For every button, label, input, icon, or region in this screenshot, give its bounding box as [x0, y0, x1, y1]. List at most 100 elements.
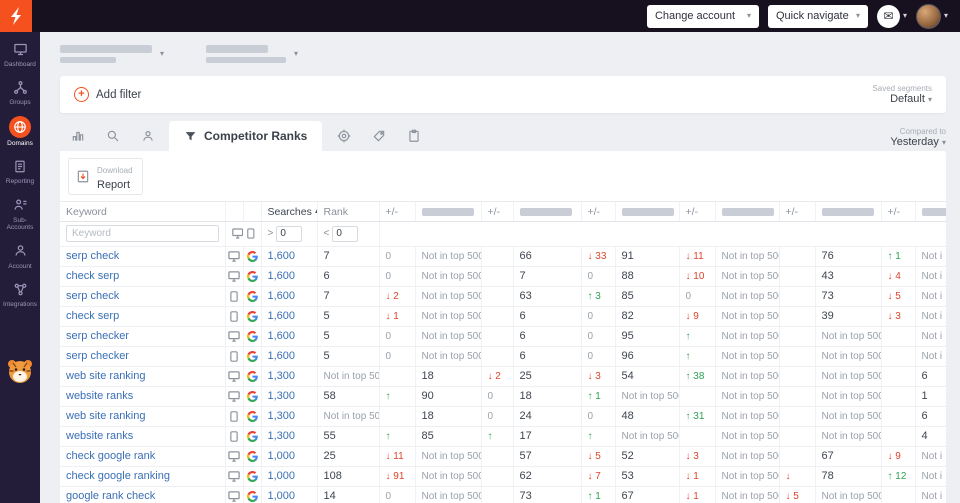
- header-competitor-6[interactable]: [915, 202, 946, 221]
- download-report-button[interactable]: Download Report: [68, 158, 143, 195]
- change-value: [881, 406, 915, 426]
- header-change[interactable]: +/-: [679, 202, 715, 221]
- google-icon: [243, 446, 261, 466]
- sidebar-item-groups[interactable]: Groups: [0, 73, 40, 111]
- keyword-link[interactable]: website ranks: [66, 430, 133, 442]
- download-label: Download: [97, 166, 133, 175]
- redacted-project-name: [60, 45, 152, 53]
- keyword-link[interactable]: website ranks: [66, 390, 133, 402]
- searches-min-input[interactable]: [276, 226, 302, 242]
- change-value: [779, 266, 815, 286]
- keyword-filter-input[interactable]: [66, 225, 219, 242]
- change-value: 0: [581, 406, 615, 426]
- tab-rankings[interactable]: [60, 121, 95, 151]
- sidebar-item-reporting[interactable]: Reporting: [0, 152, 40, 190]
- header-change[interactable]: +/-: [881, 202, 915, 221]
- rank-max-input[interactable]: [332, 226, 358, 242]
- change-value: ↓ 1: [679, 466, 715, 486]
- tab-competitor-ranks[interactable]: Competitor Ranks: [169, 121, 322, 151]
- integrations-icon: [10, 279, 30, 299]
- keyword-link[interactable]: check google ranking: [66, 470, 170, 482]
- competitor-rank-value: Not in top 500: [415, 246, 481, 266]
- quick-navigate-dropdown[interactable]: Quick navigate ▾: [768, 5, 868, 28]
- keyword-link[interactable]: serp check: [66, 250, 119, 262]
- competitor-rank-value: Not in top 500: [415, 266, 481, 286]
- header-change[interactable]: +/-: [379, 202, 415, 221]
- chevron-down-icon: ▾: [294, 50, 298, 58]
- header-keyword[interactable]: Keyword: [60, 202, 225, 221]
- sidebar: Dashboard Groups Domains Reporting Sub-A…: [0, 32, 40, 503]
- topbar-right: Change account ▾ Quick navigate ▾ ✉ ▾ ▾: [647, 4, 960, 29]
- searches-value: 1,600: [261, 346, 317, 366]
- mail-button[interactable]: ✉: [877, 5, 900, 28]
- change-value: [481, 286, 513, 306]
- header-rank[interactable]: Rank: [317, 202, 379, 221]
- project-bar: ▾ ▾: [60, 39, 946, 69]
- header-competitor-5[interactable]: [815, 202, 881, 221]
- header-change[interactable]: +/-: [779, 202, 815, 221]
- redacted-project-url: [60, 57, 116, 63]
- keyword-link[interactable]: serp check: [66, 290, 119, 302]
- group-selector[interactable]: ▾: [206, 45, 298, 63]
- change-value: ↑ 12: [881, 466, 915, 486]
- sidebar-item-account[interactable]: Account: [0, 237, 40, 275]
- tab-notes[interactable]: [396, 121, 431, 151]
- keyword-link[interactable]: google rank check: [66, 490, 155, 502]
- compared-to-dropdown[interactable]: Compared to Yesterday ▾: [890, 125, 946, 148]
- header-competitor-2[interactable]: [513, 202, 581, 221]
- competitor-rank-value: 6: [513, 346, 581, 366]
- keyword-link[interactable]: check serp: [66, 270, 119, 282]
- change-value: 0: [581, 346, 615, 366]
- header-searches[interactable]: Searches▲: [261, 202, 317, 221]
- header-competitor-1[interactable]: [415, 202, 481, 221]
- keyword-link[interactable]: web site ranking: [66, 410, 146, 422]
- sidebar-item-label: Reporting: [6, 178, 34, 185]
- change-value: 0: [379, 346, 415, 366]
- competitor-rank-value: Not in top 500: [615, 426, 679, 446]
- change-value: ↑ 31: [679, 406, 715, 426]
- table-filter-row: > <: [60, 221, 946, 246]
- change-value: [679, 386, 715, 406]
- competitor-rank-value: 82: [615, 306, 679, 326]
- change-value: ↓ 5: [779, 486, 815, 503]
- tab-tags[interactable]: [361, 121, 396, 151]
- keyword-link[interactable]: serp checker: [66, 330, 129, 342]
- desktop-filter-icon[interactable]: [232, 228, 243, 239]
- competitor-rank-value: 39: [815, 306, 881, 326]
- header-competitor-4[interactable]: [715, 202, 779, 221]
- table-row: serp check1,60070Not in top 50066↓ 3391↓…: [60, 246, 946, 266]
- competitor-rank-value: 48: [615, 406, 679, 426]
- tiger-mascot-logo[interactable]: [5, 356, 35, 386]
- change-value: [881, 386, 915, 406]
- competitor-rank-value: 90: [415, 386, 481, 406]
- rank-value: 6: [317, 266, 379, 286]
- add-filter-button[interactable]: + Add filter: [74, 87, 141, 102]
- keyword-link[interactable]: web site ranking: [66, 370, 146, 382]
- saved-segments-dropdown[interactable]: Saved segments Default ▾: [872, 84, 932, 105]
- keyword-link[interactable]: check serp: [66, 310, 119, 322]
- sidebar-item-integrations[interactable]: Integrations: [0, 275, 40, 313]
- change-value: ↓ 3: [679, 446, 715, 466]
- tab-search[interactable]: [95, 121, 130, 151]
- google-icon: [243, 266, 261, 286]
- tab-target[interactable]: [326, 121, 361, 151]
- competitor-rank-value: 66: [513, 246, 581, 266]
- header-competitor-3[interactable]: [615, 202, 679, 221]
- keyword-link[interactable]: serp checker: [66, 350, 129, 362]
- change-value: ↓ 7: [581, 466, 615, 486]
- tab-visitors[interactable]: [130, 121, 165, 151]
- competitor-rank-value: 67: [615, 486, 679, 503]
- app-logo[interactable]: [0, 0, 32, 32]
- sidebar-item-sub-accounts[interactable]: Sub-Accounts: [0, 191, 40, 237]
- searches-value: 1,600: [261, 326, 317, 346]
- keyword-link[interactable]: check google rank: [66, 450, 155, 462]
- project-selector[interactable]: ▾: [60, 45, 164, 63]
- mobile-filter-icon[interactable]: [247, 228, 255, 239]
- header-change[interactable]: +/-: [481, 202, 513, 221]
- change-account-dropdown[interactable]: Change account ▾: [647, 5, 759, 28]
- sidebar-item-domains[interactable]: Domains: [0, 112, 40, 152]
- avatar[interactable]: [916, 4, 941, 29]
- sidebar-item-dashboard[interactable]: Dashboard: [0, 35, 40, 73]
- header-change[interactable]: +/-: [581, 202, 615, 221]
- competitor-rank-value: Not in top 500: [415, 346, 481, 366]
